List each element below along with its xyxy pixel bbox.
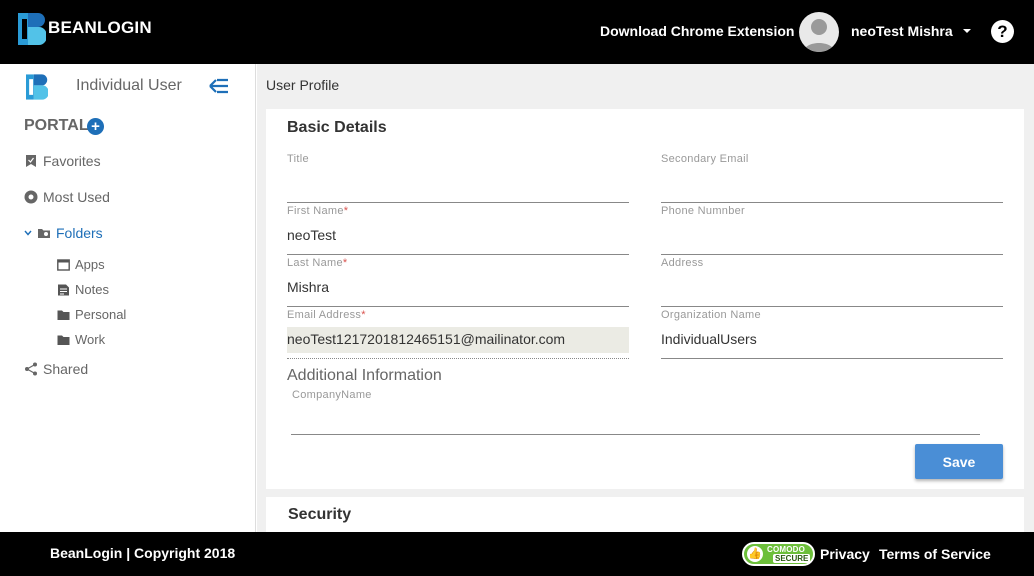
chevron-down-icon[interactable] bbox=[962, 26, 972, 36]
folder-icon bbox=[57, 335, 70, 345]
field-label: Title bbox=[287, 153, 309, 165]
user-name[interactable]: neoTest Mishra bbox=[851, 23, 953, 39]
bookmark-icon bbox=[26, 155, 36, 167]
required-marker: * bbox=[361, 309, 366, 321]
organization-field[interactable]: Organization Name IndividualUsers bbox=[661, 309, 1003, 359]
help-icon[interactable]: ? bbox=[991, 20, 1014, 43]
privacy-link[interactable]: Privacy bbox=[820, 546, 870, 562]
sidebar: Individual User PORTAL + Favorites Most … bbox=[0, 64, 256, 532]
section-title: Basic Details bbox=[287, 119, 387, 136]
beanlogin-logo[interactable] bbox=[18, 13, 46, 45]
chevron-down-icon bbox=[24, 230, 32, 236]
collapse-sidebar-icon[interactable] bbox=[208, 76, 230, 96]
field-value: neoTest bbox=[287, 227, 337, 243]
email-field: Email Address* neoTest1217201812465151@m… bbox=[287, 309, 629, 359]
sidebar-folder-apps[interactable]: Apps bbox=[57, 257, 105, 272]
window-icon bbox=[57, 258, 70, 271]
user-type-label: Individual User bbox=[76, 77, 182, 94]
field-label: Phone Numnber bbox=[661, 205, 746, 217]
required-marker: * bbox=[343, 205, 349, 217]
company-name-field[interactable]: CompanyName bbox=[291, 387, 980, 435]
beanlogin-logo bbox=[26, 74, 48, 100]
terms-of-service-link[interactable]: Terms of Service bbox=[879, 546, 991, 562]
top-bar: BEANLOGIN Download Chrome Extension neoT… bbox=[0, 0, 1034, 64]
sidebar-item-label: Most Used bbox=[43, 189, 110, 205]
basic-details-card: Basic Details Title Secondary Email Firs… bbox=[266, 109, 1024, 489]
field-value: neoTest1217201812465151@mailinator.com bbox=[287, 331, 566, 347]
sidebar-item-shared[interactable]: Shared bbox=[24, 361, 88, 377]
sidebar-item-label: Folders bbox=[56, 225, 103, 241]
copyright-text: BeanLogin | Copyright 2018 bbox=[50, 545, 236, 561]
save-button[interactable]: Save bbox=[915, 444, 1003, 479]
sidebar-item-label: Favorites bbox=[43, 153, 101, 169]
title-field[interactable]: Title bbox=[287, 153, 629, 203]
share-icon bbox=[25, 362, 37, 376]
field-value: IndividualUsers bbox=[661, 331, 757, 347]
field-label: Address bbox=[661, 257, 704, 269]
badge-text: SECURE bbox=[773, 554, 811, 563]
field-label: Secondary Email bbox=[661, 153, 749, 165]
badge-text: COMODO bbox=[767, 545, 806, 554]
folder-label: Personal bbox=[75, 307, 127, 322]
last-name-field[interactable]: Last Name* Mishra bbox=[287, 257, 629, 307]
security-card: Security bbox=[266, 497, 1024, 532]
note-icon bbox=[58, 284, 69, 295]
required-marker: * bbox=[342, 257, 348, 269]
most-used-icon bbox=[24, 190, 38, 204]
sidebar-folder-personal[interactable]: Personal bbox=[57, 307, 126, 322]
avatar[interactable] bbox=[799, 12, 839, 52]
sidebar-item-label: Shared bbox=[43, 361, 89, 377]
address-field[interactable]: Address bbox=[661, 257, 1003, 307]
secondary-email-field[interactable]: Secondary Email bbox=[661, 153, 1003, 203]
main-content: User Profile Basic Details Title Seconda… bbox=[257, 64, 1034, 532]
folder-label: Apps bbox=[75, 257, 105, 272]
breadcrumb: User Profile bbox=[266, 77, 340, 93]
folder-settings-icon bbox=[38, 229, 50, 238]
sidebar-item-most-used[interactable]: Most Used bbox=[24, 189, 110, 205]
sidebar-item-favorites[interactable]: Favorites bbox=[24, 153, 101, 169]
first-name-field[interactable]: First Name* neoTest bbox=[287, 205, 629, 255]
sidebar-folder-work[interactable]: Work bbox=[57, 332, 105, 347]
additional-information-heading: Additional Information bbox=[287, 367, 442, 384]
field-label: Email Address* bbox=[287, 309, 366, 321]
section-title: Security bbox=[288, 506, 352, 523]
footer: BeanLogin | Copyright 2018 👍 COMODO SECU… bbox=[0, 532, 1034, 576]
field-label: First Name* bbox=[287, 205, 349, 217]
user-silhouette-icon bbox=[804, 19, 834, 52]
field-label: CompanyName bbox=[292, 389, 372, 401]
download-extension-link[interactable]: Download Chrome Extension bbox=[600, 23, 794, 39]
field-label: Organization Name bbox=[661, 309, 761, 321]
portal-label: PORTAL bbox=[24, 117, 89, 134]
folder-label: Notes bbox=[75, 282, 109, 297]
brand-name: BEANLOGIN bbox=[48, 18, 152, 37]
sidebar-item-folders[interactable]: Folders bbox=[24, 225, 103, 241]
comodo-secure-badge[interactable]: 👍 COMODO SECURE bbox=[742, 542, 815, 566]
sidebar-folder-notes[interactable]: Notes bbox=[57, 282, 109, 297]
thumbs-up-icon: 👍 bbox=[747, 546, 763, 562]
folder-label: Work bbox=[75, 332, 106, 347]
field-value: Mishra bbox=[287, 279, 330, 295]
phone-field[interactable]: Phone Numnber bbox=[661, 205, 1003, 255]
add-portal-icon[interactable]: + bbox=[87, 118, 104, 135]
field-label: Last Name* bbox=[287, 257, 348, 269]
folder-icon bbox=[57, 310, 70, 320]
